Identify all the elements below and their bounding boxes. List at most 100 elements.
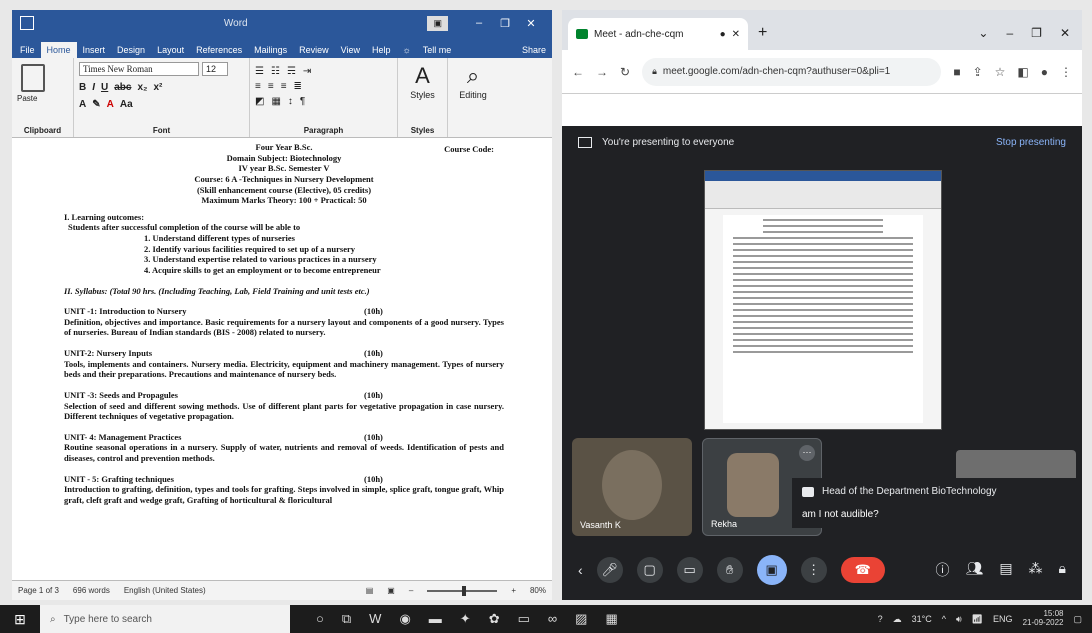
activities-icon[interactable]: ⁂ xyxy=(1029,560,1043,580)
chat-notification[interactable]: Head of the Department BioTechnology am … xyxy=(792,478,1082,528)
tab-insert[interactable]: Insert xyxy=(77,42,112,58)
zoom-slider[interactable] xyxy=(427,585,498,596)
lock-icon[interactable]: 🔒︎ xyxy=(652,66,657,77)
zoom-in-icon[interactable]: + xyxy=(511,586,516,595)
captions-icon[interactable]: ▭ xyxy=(676,557,703,583)
app-icon[interactable]: ▭ xyxy=(518,611,530,627)
subscript-icon[interactable]: x₂ xyxy=(137,82,147,93)
font-size-select[interactable]: 12 xyxy=(202,62,228,76)
tab-search-icon[interactable]: ⌄ xyxy=(978,26,988,40)
share-button[interactable]: Share xyxy=(516,42,552,58)
superscript-icon[interactable]: x² xyxy=(154,82,163,93)
save-icon[interactable] xyxy=(20,16,34,30)
shading-icon[interactable]: ◩ xyxy=(255,96,264,107)
host-controls-icon[interactable]: 🔒︎ xyxy=(1059,560,1066,580)
paste-icon[interactable] xyxy=(21,64,45,92)
maximize-icon[interactable]: ❐ xyxy=(492,17,518,30)
bullets-icon[interactable]: ☰ xyxy=(255,66,264,77)
app-icon[interactable]: ∞ xyxy=(548,611,557,627)
start-icon[interactable]: ⊞ xyxy=(0,611,40,628)
tab-file[interactable]: File xyxy=(14,42,41,58)
align-right-icon[interactable]: ≡ xyxy=(281,81,287,92)
indent-icon[interactable]: ⇥ xyxy=(303,66,311,77)
chat-icon[interactable]: ▤ xyxy=(999,560,1012,580)
participant-tile[interactable]: Vasanth K xyxy=(572,438,692,536)
meeting-details-icon[interactable]: ⓘ xyxy=(936,560,950,580)
back-icon[interactable]: ← xyxy=(572,65,584,79)
align-center-icon[interactable]: ≡ xyxy=(268,81,274,92)
temperature[interactable]: 31°C xyxy=(912,614,932,624)
tray-chevron-icon[interactable]: ^ xyxy=(942,614,946,624)
address-bar[interactable]: 🔒︎ meet.google.com/adn-chen-cqm?authuser… xyxy=(642,57,942,86)
borders-icon[interactable]: ▦ xyxy=(271,96,280,107)
document-page[interactable]: Course Code: Four Year B.Sc. Domain Subj… xyxy=(12,138,552,580)
notification-icon[interactable]: ▢ xyxy=(1073,614,1082,625)
end-call-button[interactable]: ☎︎ xyxy=(840,557,885,583)
pilcrow-icon[interactable]: ¶ xyxy=(300,96,305,107)
menu-icon[interactable]: ⋮ xyxy=(1060,65,1072,79)
tab-view[interactable]: View xyxy=(335,42,366,58)
microphone-icon[interactable]: 🎤︎ xyxy=(596,557,623,583)
stop-presenting-button[interactable]: Stop presenting xyxy=(996,137,1066,148)
cortana-icon[interactable]: ○ xyxy=(316,611,324,627)
camera-icon[interactable]: ■ xyxy=(953,65,960,79)
sidepanel-icon[interactable]: ◧ xyxy=(1017,65,1028,79)
editing-button[interactable]: ⌕ Editing xyxy=(448,58,498,137)
people-icon[interactable]: 👥︎ xyxy=(966,560,984,580)
volume-icon[interactable]: 🔊︎ xyxy=(956,614,962,625)
weather-icon[interactable]: ☁ xyxy=(893,614,902,625)
taskbar-search[interactable]: ⌕ Type here to search xyxy=(40,605,290,633)
close-icon[interactable]: ✕ xyxy=(518,17,544,30)
tab-home[interactable]: Home xyxy=(40,42,77,58)
tab-close-icon[interactable]: ✕ xyxy=(732,29,740,40)
tab-references[interactable]: References xyxy=(190,42,248,58)
zoom-level[interactable]: 80% xyxy=(530,586,546,595)
maximize-icon[interactable]: ❐ xyxy=(1031,26,1042,40)
share-icon[interactable]: ⇪ xyxy=(973,65,983,79)
app-icon[interactable]: ▨ xyxy=(575,611,587,627)
tab-mailings[interactable]: Mailings xyxy=(248,42,293,58)
strikethrough-icon[interactable]: abc xyxy=(114,82,131,93)
styles-button[interactable]: A Styles Styles xyxy=(398,58,448,137)
tell-me-input[interactable]: Tell me xyxy=(417,42,458,58)
font-color-icon[interactable]: A xyxy=(107,99,114,110)
chevron-left-icon[interactable]: ‹ xyxy=(578,562,583,578)
reload-icon[interactable]: ↻ xyxy=(620,65,630,79)
zoom-out-icon[interactable]: – xyxy=(409,586,413,595)
more-options-icon[interactable]: ⋯ xyxy=(799,445,815,461)
present-now-icon[interactable]: ▣ xyxy=(756,555,787,585)
raise-hand-icon[interactable]: ✋︎ xyxy=(716,557,743,583)
zoom-thumb[interactable] xyxy=(462,585,467,596)
language-status[interactable]: English (United States) xyxy=(124,586,206,595)
multilevel-list-icon[interactable]: ☴ xyxy=(287,66,296,77)
tab-layout[interactable]: Layout xyxy=(151,42,190,58)
chrome-app-icon[interactable]: ◉ xyxy=(399,611,410,627)
change-case-icon[interactable]: Aa xyxy=(120,99,133,110)
read-mode-icon[interactable]: ▤ xyxy=(366,586,374,595)
tab-review[interactable]: Review xyxy=(293,42,335,58)
print-layout-icon[interactable]: ▣ xyxy=(387,586,395,595)
tab-design[interactable]: Design xyxy=(111,42,151,58)
word-app-icon[interactable]: W xyxy=(369,611,381,627)
numbering-icon[interactable]: ☷ xyxy=(271,66,280,77)
profile-avatar[interactable]: ● xyxy=(1041,65,1048,79)
close-icon[interactable]: ✕ xyxy=(1060,26,1070,40)
more-options-icon[interactable]: ⋮ xyxy=(800,557,827,583)
underline-icon[interactable]: U xyxy=(101,82,108,93)
word-count[interactable]: 696 words xyxy=(73,586,110,595)
browser-tab[interactable]: Meet - adn-che-cqm ● ✕ xyxy=(568,18,748,50)
app-icon[interactable]: ✿ xyxy=(489,611,500,627)
font-name-select[interactable]: Times New Roman xyxy=(79,62,199,76)
italic-icon[interactable]: I xyxy=(92,82,95,93)
highlight-icon[interactable]: ✎ xyxy=(92,99,100,110)
new-tab-icon[interactable]: + xyxy=(748,24,777,50)
sort-icon[interactable]: ↕ xyxy=(288,96,293,107)
camera-toggle-icon[interactable]: ▢ xyxy=(636,557,663,583)
forward-icon[interactable]: → xyxy=(596,65,608,79)
clock[interactable]: 15:08 21-09-2022 xyxy=(1023,609,1064,628)
network-icon[interactable]: 📶︎ xyxy=(972,614,983,625)
justify-icon[interactable]: ≣ xyxy=(294,81,302,92)
minimize-icon[interactable]: – xyxy=(466,17,492,29)
bookmark-star-icon[interactable]: ☆ xyxy=(995,65,1006,79)
page-count[interactable]: Page 1 of 3 xyxy=(18,586,59,595)
